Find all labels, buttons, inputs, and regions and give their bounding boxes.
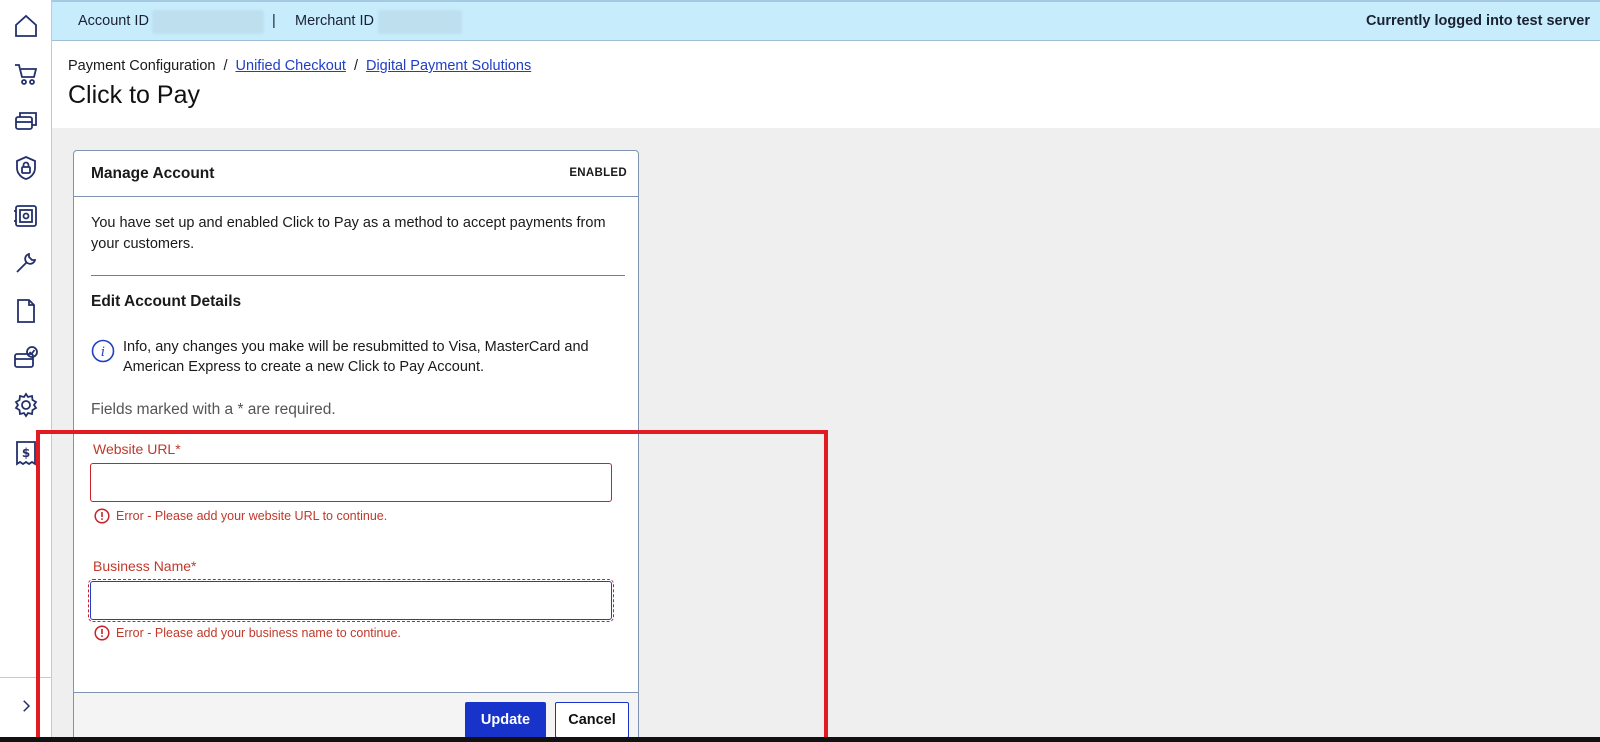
status-badge: ENABLED — [569, 167, 627, 179]
receipt-dollar-icon[interactable]: $ — [10, 437, 42, 469]
website-url-error: Error - Please add your website URL to c… — [94, 508, 387, 524]
svg-text:i: i — [101, 345, 105, 360]
account-id-label: Account ID — [78, 13, 149, 29]
home-icon[interactable] — [10, 10, 42, 42]
info-text: Info, any changes you make will be resub… — [123, 339, 589, 375]
card-description: You have set up and enabled Click to Pay… — [91, 215, 606, 252]
business-name-error-text: Error - Please add your business name to… — [116, 626, 401, 640]
info-icon: i — [91, 339, 115, 363]
business-name-label: Business Name* — [93, 558, 197, 574]
business-name-input[interactable] — [88, 579, 614, 622]
card-header: Manage Account ENABLED — [74, 151, 638, 197]
shield-icon[interactable] — [10, 152, 42, 184]
svg-text:$: $ — [22, 446, 30, 460]
cards-icon[interactable] — [10, 105, 42, 137]
server-status: Currently logged into test server — [1366, 13, 1590, 29]
account-id-value — [152, 10, 264, 34]
top-bar: Account ID | Merchant ID Currently logge… — [52, 0, 1600, 41]
breadcrumb: Payment Configuration / Unified Checkout / D… — [68, 58, 531, 74]
divider — [91, 275, 625, 276]
required-note: Fields marked with a * are required. — [91, 401, 336, 418]
card-check-icon[interactable] — [10, 342, 42, 374]
breadcrumb-sep: / — [223, 58, 228, 74]
chevron-right-icon[interactable] — [14, 694, 38, 718]
card-footer: Update Cancel — [74, 692, 638, 742]
section-title: Edit Account Details — [91, 293, 242, 310]
merchant-id-label: Merchant ID — [295, 13, 374, 29]
bottom-strip — [0, 737, 1600, 742]
error-icon — [94, 508, 110, 524]
sidebar-divider — [0, 677, 52, 678]
merchant-id-value — [378, 10, 462, 34]
gear-icon[interactable] — [10, 389, 42, 421]
breadcrumb-digital-payment-solutions[interactable]: Digital Payment Solutions — [366, 58, 531, 74]
website-url-label: Website URL* — [93, 441, 181, 457]
wrench-icon[interactable] — [10, 247, 42, 279]
card-title: Manage Account — [91, 165, 215, 182]
manage-account-card: Manage Account ENABLED You have set up a… — [73, 150, 639, 742]
page-title: Click to Pay — [68, 81, 200, 109]
business-name-error: Error - Please add your business name to… — [94, 625, 401, 641]
document-icon[interactable] — [10, 295, 42, 327]
safe-icon[interactable] — [10, 200, 42, 232]
breadcrumb-root: Payment Configuration — [68, 58, 216, 74]
error-icon — [94, 625, 110, 641]
breadcrumb-unified-checkout[interactable]: Unified Checkout — [236, 58, 346, 74]
cart-icon[interactable] — [10, 58, 42, 90]
sidebar: $ — [0, 0, 52, 742]
cancel-button[interactable]: Cancel — [555, 702, 629, 738]
breadcrumb-sep: / — [353, 58, 358, 74]
website-url-input[interactable] — [90, 463, 612, 502]
topbar-separator: | — [272, 13, 276, 29]
page-header: Payment Configuration / Unified Checkout / D… — [52, 41, 1600, 128]
update-button[interactable]: Update — [465, 702, 546, 738]
website-url-error-text: Error - Please add your website URL to c… — [116, 509, 388, 523]
